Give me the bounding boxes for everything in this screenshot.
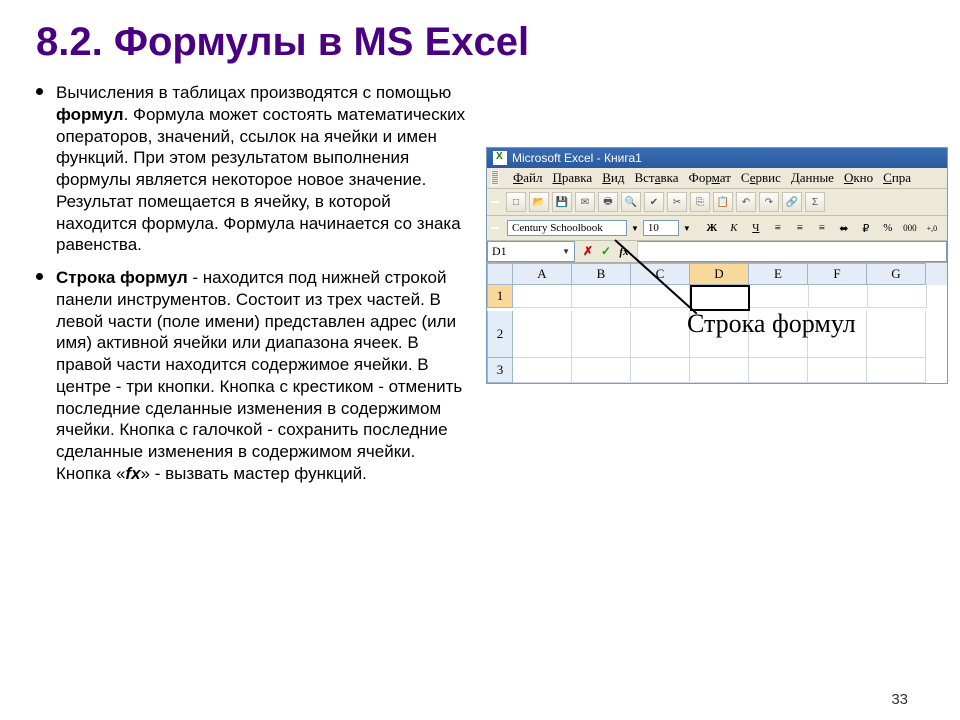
- cell-b3[interactable]: [572, 358, 631, 383]
- cell-g3[interactable]: [867, 358, 926, 383]
- enter-formula-button[interactable]: ✓: [598, 244, 614, 260]
- page-number: 33: [891, 691, 908, 708]
- menu-edit[interactable]: Правка: [553, 170, 593, 186]
- col-header-d[interactable]: D: [690, 263, 749, 285]
- bullet-1-bold: формул: [56, 105, 124, 124]
- toolbar-handle-icon[interactable]: [491, 201, 499, 203]
- font-name-select[interactable]: Century Schoolbook: [507, 220, 627, 236]
- undo-icon[interactable]: ↶: [736, 192, 756, 212]
- col-header-a[interactable]: A: [513, 263, 572, 285]
- slide-title: 8.2. Формулы в MS Excel: [36, 20, 930, 65]
- merge-icon[interactable]: ⬌: [835, 219, 853, 237]
- save-icon[interactable]: 💾: [552, 192, 572, 212]
- cell-b1[interactable]: [572, 285, 631, 308]
- comma-icon[interactable]: 000: [901, 219, 919, 237]
- col-header-g[interactable]: G: [867, 263, 926, 285]
- col-header-b[interactable]: B: [572, 263, 631, 285]
- format-toolbar: Century Schoolbook ▼ 10 ▼ Ж К Ч ≡ ≡ ≡ ⬌ …: [487, 216, 947, 241]
- name-box-value: D1: [492, 244, 507, 259]
- bold-button[interactable]: Ж: [703, 219, 721, 237]
- preview-icon[interactable]: 🔍: [621, 192, 641, 212]
- col-header-f[interactable]: F: [808, 263, 867, 285]
- perm-icon[interactable]: ✉: [575, 192, 595, 212]
- spell-icon[interactable]: ✔: [644, 192, 664, 212]
- menu-window[interactable]: Окно: [844, 170, 873, 186]
- cell-g1[interactable]: [868, 285, 927, 308]
- excel-window: Microsoft Excel - Книга1 Файл Правка Вид…: [486, 147, 948, 384]
- toolbar-handle-icon[interactable]: [491, 227, 499, 229]
- formula-input[interactable]: [637, 241, 947, 262]
- annotation-label: Строка формул: [687, 309, 856, 339]
- menu-format[interactable]: Формат: [689, 170, 731, 186]
- cell-e1[interactable]: [750, 285, 809, 308]
- cell-a3[interactable]: [513, 358, 572, 383]
- menu-view[interactable]: Вид: [602, 170, 624, 186]
- menu-data[interactable]: Данные: [791, 170, 834, 186]
- bullet-2-mid: - находится под нижней строкой панели ин…: [56, 268, 462, 483]
- col-header-e[interactable]: E: [749, 263, 808, 285]
- cell-a1[interactable]: [513, 285, 572, 308]
- window-title: Microsoft Excel - Книга1: [512, 151, 642, 165]
- menu-file[interactable]: Файл: [513, 170, 543, 186]
- copy-icon[interactable]: ⎘: [690, 192, 710, 212]
- print-icon[interactable]: 🖶: [598, 192, 618, 212]
- text-content: Вычисления в таблицах производятся с пом…: [30, 77, 470, 491]
- cell-e3[interactable]: [749, 358, 808, 383]
- bullet-2-bold: Строка формул: [56, 268, 188, 287]
- bullet-1: Вычисления в таблицах производятся с пом…: [56, 77, 470, 256]
- standard-toolbar: □ 📂 💾 ✉ 🖶 🔍 ✔ ✂ ⎘ 📋 ↶ ↷ 🔗 Σ: [487, 189, 947, 216]
- align-left-icon[interactable]: ≡: [769, 219, 787, 237]
- cell-b2[interactable]: [572, 311, 631, 358]
- align-center-icon[interactable]: ≡: [791, 219, 809, 237]
- cell-g2[interactable]: [867, 311, 926, 358]
- cancel-formula-button[interactable]: ✗: [580, 244, 596, 260]
- cut-icon[interactable]: ✂: [667, 192, 687, 212]
- bullet-1-pre: Вычисления в таблицах производятся с пом…: [56, 83, 451, 102]
- cell-c3[interactable]: [631, 358, 690, 383]
- row-header-2[interactable]: 2: [487, 311, 513, 358]
- open-icon[interactable]: 📂: [529, 192, 549, 212]
- formula-bar: D1 ▼ ✗ ✓ fx: [487, 241, 947, 263]
- bullet-1-post: . Формула может состоять математических …: [56, 105, 465, 255]
- align-right-icon[interactable]: ≡: [813, 219, 831, 237]
- redo-icon[interactable]: ↷: [759, 192, 779, 212]
- menu-insert[interactable]: Вставка: [634, 170, 678, 186]
- cell-f3[interactable]: [808, 358, 867, 383]
- font-size-select[interactable]: 10: [643, 220, 679, 236]
- bullet-2: Строка формул - находится под нижней стр…: [56, 262, 470, 485]
- menu-help[interactable]: Спра: [883, 170, 911, 186]
- cell-d3[interactable]: [690, 358, 749, 383]
- cell-a2[interactable]: [513, 311, 572, 358]
- spreadsheet-grid: A B C D E F G 1: [487, 263, 947, 383]
- menu-bar: Файл Правка Вид Вставка Формат Сервис Да…: [487, 168, 947, 189]
- cell-c1[interactable]: [631, 285, 690, 308]
- row-header-3[interactable]: 3: [487, 358, 513, 383]
- autosum-icon[interactable]: Σ: [805, 192, 825, 212]
- link-icon[interactable]: 🔗: [782, 192, 802, 212]
- toolbar-handle-icon[interactable]: [491, 170, 499, 186]
- bullet-2-fx: fx: [125, 464, 140, 483]
- row-header-1[interactable]: 1: [487, 285, 513, 308]
- excel-app-icon: [493, 151, 507, 165]
- name-box[interactable]: D1 ▼: [487, 241, 575, 262]
- chevron-down-icon[interactable]: ▼: [562, 247, 570, 256]
- cell-d1[interactable]: [690, 285, 750, 311]
- title-bar: Microsoft Excel - Книга1: [487, 148, 947, 168]
- cell-f1[interactable]: [809, 285, 868, 308]
- percent-icon[interactable]: %: [879, 219, 897, 237]
- underline-button[interactable]: Ч: [747, 219, 765, 237]
- menu-tools[interactable]: Сервис: [741, 170, 781, 186]
- bullet-2-post: » - вызвать мастер функций.: [141, 464, 367, 483]
- new-doc-icon[interactable]: □: [506, 192, 526, 212]
- currency-icon[interactable]: ₽: [857, 219, 875, 237]
- select-all-corner[interactable]: [487, 263, 513, 285]
- inc-decimal-icon[interactable]: +,0: [923, 219, 941, 237]
- italic-button[interactable]: К: [725, 219, 743, 237]
- paste-icon[interactable]: 📋: [713, 192, 733, 212]
- cell-c2[interactable]: [631, 311, 690, 358]
